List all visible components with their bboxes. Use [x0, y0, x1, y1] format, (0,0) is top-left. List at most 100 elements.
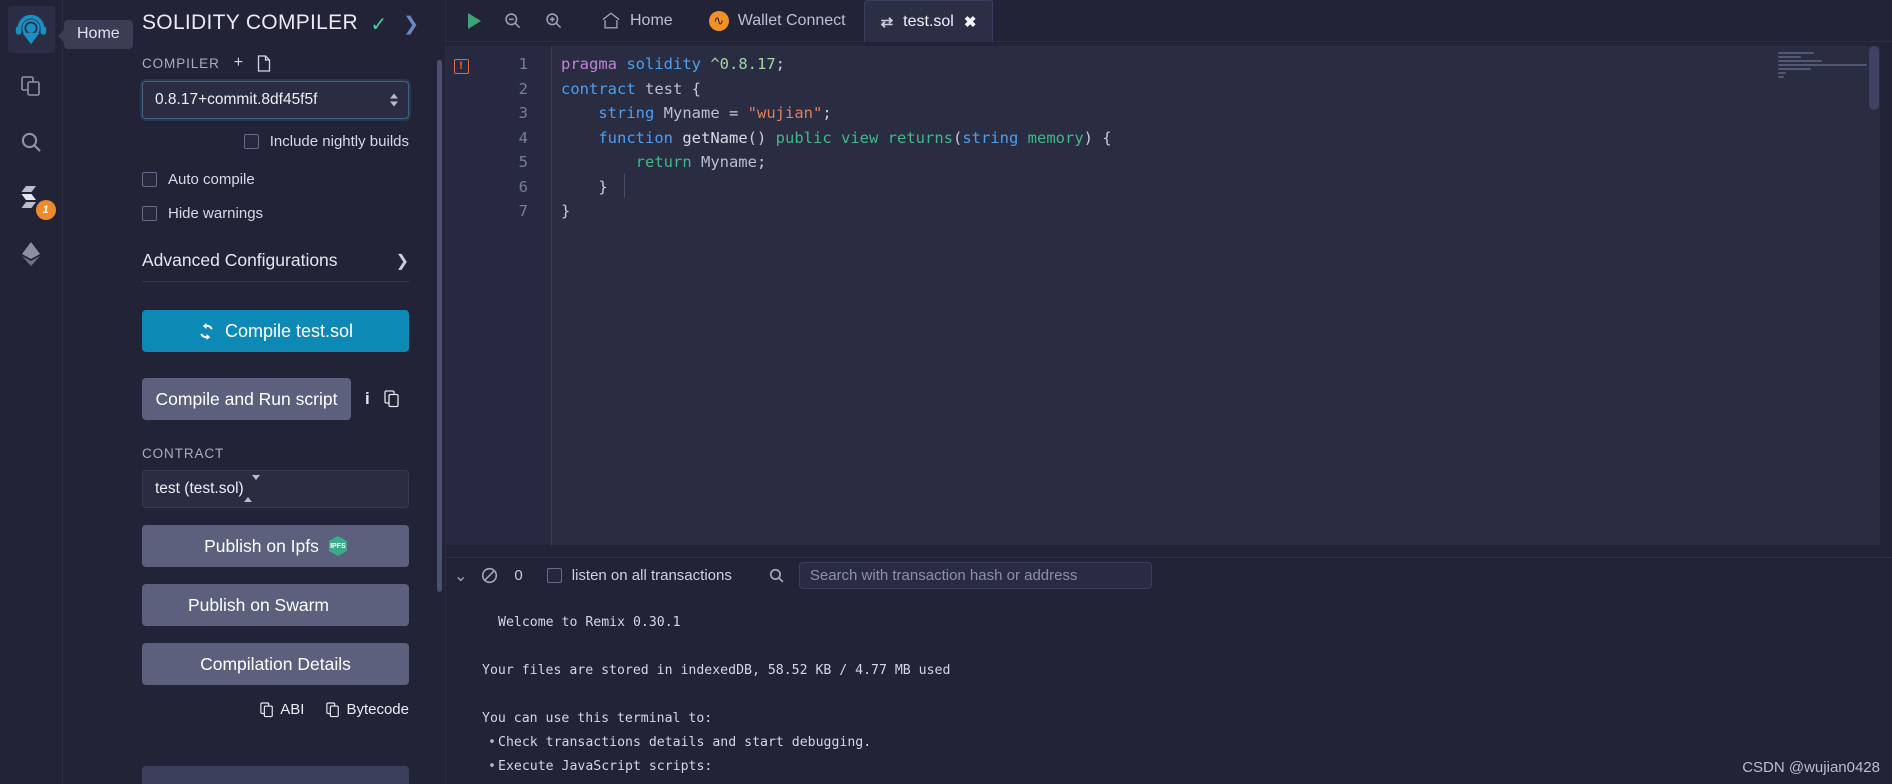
- publish-ipfs-button[interactable]: Publish on Ipfs IPFS: [142, 525, 409, 567]
- contract-value: test (test.sol): [155, 480, 244, 497]
- copy-icon: [326, 701, 340, 717]
- terminal-line: Check transactions details and start deb…: [446, 731, 1892, 755]
- compile-and-run-script-button[interactable]: Compile and Run script: [142, 378, 351, 420]
- minimap-line: [1778, 68, 1811, 70]
- tab-wallet-connect[interactable]: ∿ Wallet Connect: [691, 0, 864, 42]
- tab-test-sol[interactable]: ⇄ test.sol ✖: [863, 0, 994, 42]
- hide-warnings-label: Hide warnings: [168, 205, 264, 222]
- check-icon[interactable]: ✓: [370, 12, 387, 37]
- code-token: ) {: [1083, 128, 1112, 147]
- search-icon[interactable]: [768, 567, 785, 584]
- auto-compile-label: Auto compile: [168, 171, 255, 188]
- plus-icon[interactable]: +: [234, 54, 243, 72]
- code-token: ;: [756, 153, 767, 171]
- close-icon[interactable]: ✖: [964, 13, 977, 31]
- zoom-out-icon[interactable]: [503, 11, 522, 30]
- code-line: ! 1 pragma solidity ^0.8.17;: [446, 52, 1880, 77]
- editor-minimap[interactable]: [1770, 46, 1880, 545]
- error-marker-icon[interactable]: !: [446, 52, 476, 77]
- sidebar-item-search[interactable]: [8, 118, 55, 165]
- transaction-search-input[interactable]: Search with transaction hash or address: [798, 562, 1152, 589]
- search-icon: [21, 132, 41, 152]
- bytecode-button[interactable]: Bytecode: [326, 701, 409, 718]
- compile-and-run-script-label: Compile and Run script: [155, 388, 338, 409]
- sidebar-item-remix-home[interactable]: [7, 6, 55, 53]
- code-editor[interactable]: ! 1 pragma solidity ^0.8.17; 2 contract test…: [446, 46, 1880, 545]
- sidebar-item-deploy-run[interactable]: [8, 230, 55, 277]
- line-number: 5: [518, 153, 528, 171]
- chevron-right-icon: ❯: [395, 252, 409, 270]
- compiler-version-value: 0.8.17+commit.8df45f5f: [155, 91, 318, 108]
- compile-button-label: Compile test.sol: [224, 320, 354, 341]
- refresh-icon: [200, 322, 213, 340]
- publish-swarm-button[interactable]: Publish on Swarm: [142, 584, 409, 626]
- auto-compile-checkbox[interactable]: [142, 172, 157, 187]
- compiler-version-select[interactable]: 0.8.17+commit.8df45f5f: [142, 81, 409, 119]
- files-icon: [21, 75, 40, 96]
- contract-select[interactable]: test (test.sol): [142, 470, 409, 508]
- code-text: }: [534, 199, 570, 224]
- home-tooltip: Home: [58, 20, 133, 49]
- minimap-line: [1778, 64, 1867, 66]
- include-nightly-row[interactable]: Include nightly builds: [142, 133, 409, 150]
- info-icon[interactable]: i: [365, 389, 370, 409]
- code-line: 3 string Myname = "wujian";: [446, 101, 1880, 126]
- publish-swarm-label: Publish on Swarm: [187, 594, 330, 615]
- sidebar-item-file-explorer[interactable]: [8, 62, 55, 109]
- copy-icon[interactable]: [384, 390, 400, 408]
- minimap-lines: [1778, 52, 1874, 80]
- chevrons-down-icon[interactable]: ⌄: [454, 566, 467, 586]
- remix-ide-window: 1 Home SOLIDITY COMPILER ✓ ❯ COMPILER +: [0, 0, 1892, 784]
- code-token: getName: [682, 128, 748, 147]
- bytecode-label: Bytecode: [346, 701, 409, 718]
- compile-button[interactable]: Compile test.sol: [142, 310, 409, 352]
- code-text: contract test {: [534, 77, 701, 102]
- code-token: public: [775, 128, 841, 147]
- abi-button[interactable]: ABI: [260, 701, 304, 718]
- compilation-details-button[interactable]: Compilation Details: [142, 643, 409, 685]
- code-line: 2 contract test {: [446, 77, 1880, 102]
- code-token: contract: [561, 79, 645, 98]
- file-icon[interactable]: [257, 54, 271, 72]
- auto-compile-row[interactable]: Auto compile: [142, 171, 409, 188]
- terminal-output[interactable]: Welcome to Remix 0.30.1 Your files are s…: [446, 593, 1892, 784]
- panel-header-icons: ✓ ❯: [370, 12, 419, 37]
- no-entry-icon[interactable]: [481, 567, 498, 584]
- transaction-search-placeholder: Search with transaction hash or address: [809, 567, 1078, 584]
- terminal-line: You can use this terminal to:: [482, 711, 713, 726]
- editor-scrollbar[interactable]: [1869, 46, 1879, 110]
- code-token: returns: [887, 128, 953, 147]
- listen-all-transactions-label: listen on all transactions: [571, 567, 732, 584]
- code-token: (: [952, 128, 963, 147]
- compiler-label: COMPILER: [142, 55, 220, 71]
- listen-all-transactions-checkbox[interactable]: [546, 568, 562, 583]
- hide-warnings-checkbox[interactable]: [142, 206, 157, 221]
- include-nightly-checkbox[interactable]: [243, 134, 259, 149]
- sidebar-item-solidity-compiler[interactable]: 1: [8, 174, 56, 221]
- advanced-configurations-toggle[interactable]: Advanced Configurations ❯: [142, 250, 409, 282]
- minimap-line: [1778, 56, 1801, 58]
- line-number: 2: [518, 79, 528, 98]
- panel-body: COMPILER + 0.8.17+commit.8df45f5f Includ…: [63, 54, 445, 784]
- play-icon[interactable]: [468, 12, 481, 29]
- chevron-updown-icon: [243, 475, 260, 502]
- compile-run-row: Compile and Run script i: [142, 378, 409, 420]
- chevron-right-icon[interactable]: ❯: [403, 13, 419, 36]
- panel-bottom-bar[interactable]: [142, 766, 409, 784]
- include-nightly-label: Include nightly builds: [269, 133, 409, 150]
- abi-bytecode-row: ABI Bytecode: [142, 701, 409, 718]
- listen-all-transactions-row[interactable]: listen on all transactions: [546, 567, 732, 584]
- line-number: 3: [518, 104, 528, 122]
- code-text: pragma solidity ^0.8.17;: [534, 52, 785, 77]
- tab-wallet-connect-label: Wallet Connect: [737, 11, 846, 29]
- code-token: return: [635, 153, 701, 171]
- code-token: }: [561, 202, 571, 220]
- code-token: ;: [822, 104, 832, 122]
- zoom-in-icon[interactable]: [544, 11, 563, 30]
- panel-scrollbar[interactable]: [437, 60, 442, 592]
- code-token: ^0.8.17: [710, 55, 776, 73]
- tab-home[interactable]: Home: [583, 0, 691, 42]
- hide-warnings-row[interactable]: Hide warnings: [142, 205, 409, 222]
